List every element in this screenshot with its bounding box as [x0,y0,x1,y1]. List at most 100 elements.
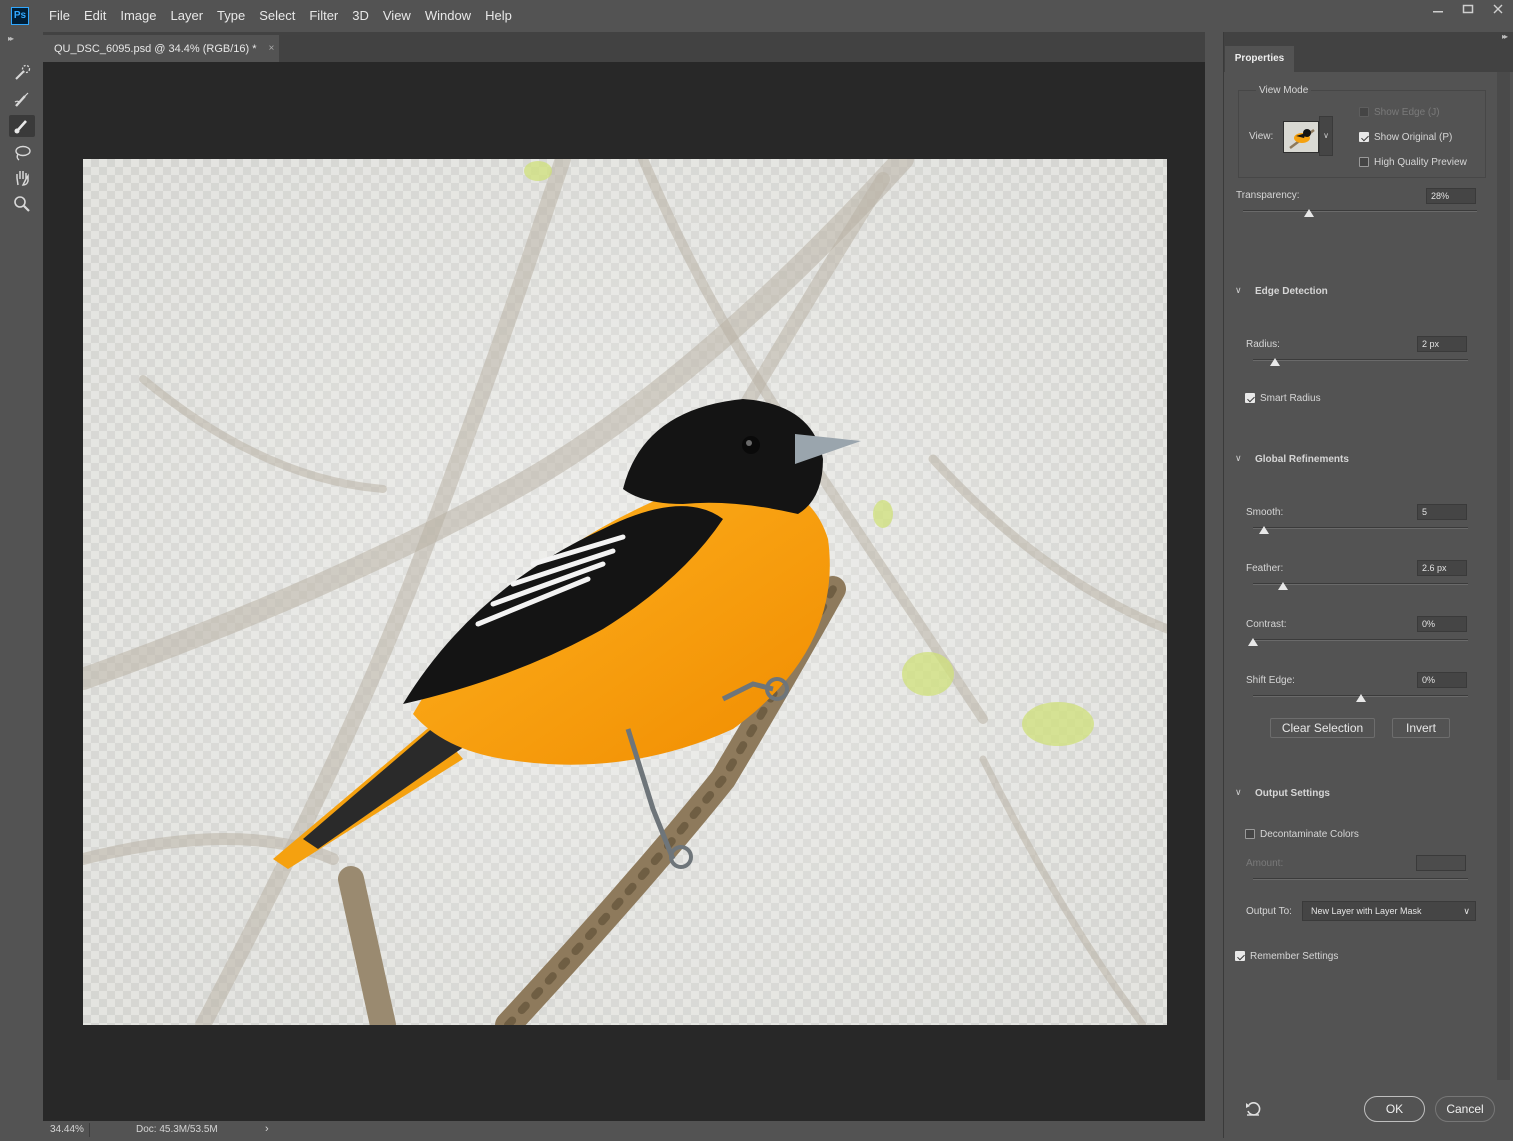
output-settings-chevron-icon[interactable]: ∨ [1235,787,1242,798]
menu-layer[interactable]: Layer [171,0,204,32]
clear-selection-button[interactable]: Clear Selection [1270,718,1375,738]
transparency-slider-thumb[interactable] [1303,209,1314,217]
menu-type[interactable]: Type [217,0,245,32]
radius-input[interactable]: 2 px [1417,336,1467,352]
transparency-label: Transparency: [1236,190,1300,201]
document-image[interactable] [83,159,1167,1025]
contrast-input[interactable]: 0% [1417,616,1467,632]
shift-edge-input[interactable]: 0% [1417,672,1467,688]
decontaminate-colors-label: Decontaminate Colors [1260,829,1359,840]
status-divider [89,1123,90,1137]
view-mode-dropdown[interactable]: ∨ [1319,116,1333,156]
decontaminate-colors-checkbox[interactable] [1245,829,1255,839]
view-mode-title: View Mode [1256,85,1312,96]
menu-select[interactable]: Select [259,0,295,32]
remember-settings-label: Remember Settings [1250,951,1339,962]
output-to-label: Output To: [1246,906,1292,917]
refine-edge-brush-icon[interactable] [9,89,35,111]
menu-view[interactable]: View [383,0,411,32]
bird-photo-illustration [83,159,1167,1025]
panel-header: ▸▸ [1224,32,1513,42]
bird-thumbnail-icon [1284,122,1318,152]
contrast-slider-track[interactable] [1253,639,1468,641]
zoom-level[interactable]: 34.44% [50,1124,84,1135]
photoshop-logo: Ps [11,7,29,25]
shift-edge-slider-thumb[interactable] [1355,694,1366,702]
edge-detection-chevron-icon[interactable]: ∨ [1235,285,1242,296]
window-controls [1423,0,1513,24]
radius-slider-thumb[interactable] [1269,358,1280,366]
output-to-value: New Layer with Layer Mask [1311,906,1422,916]
menu-window[interactable]: Window [425,0,471,32]
lasso-icon[interactable] [9,142,35,164]
document-size: Doc: 45.3M/53.5M [136,1124,218,1135]
menu-bar: Ps File Edit Image Layer Type Select Fil… [0,0,1513,32]
menu-image[interactable]: Image [120,0,156,32]
properties-panel: ▸▸ Properties View Mode View: Show Edge … [1223,32,1513,1138]
amount-label: Amount: [1246,858,1284,869]
panel-scrollbar[interactable] [1497,72,1510,1080]
smooth-slider-track[interactable] [1253,527,1468,529]
feather-label: Feather: [1246,563,1284,574]
menu-file[interactable]: File [49,0,70,32]
panel-tab-bar: Properties [1224,42,1513,72]
close-tab-icon[interactable]: × [269,43,275,54]
transparency-input[interactable]: 28% [1426,188,1476,204]
contrast-slider-thumb[interactable] [1248,638,1258,646]
output-settings-title[interactable]: Output Settings [1255,788,1330,799]
document-tab-bar: QU_DSC_6095.psd @ 34.4% (RGB/16) * × [43,32,1205,62]
chevron-down-icon: ∨ [1463,906,1470,916]
ok-button[interactable]: OK [1364,1096,1425,1122]
radius-slider-track[interactable] [1253,359,1468,361]
global-refinements-chevron-icon[interactable]: ∨ [1235,453,1242,464]
collapse-icon[interactable]: ▸▸ [8,34,14,43]
high-quality-preview-checkbox[interactable] [1359,157,1369,167]
show-edge-label: Show Edge (J) [1374,107,1440,118]
restore-icon[interactable] [1453,0,1483,24]
smooth-label: Smooth: [1246,507,1284,518]
minimize-icon[interactable] [1423,0,1453,24]
feather-input[interactable]: 2.6 px [1417,560,1467,576]
canvas-area[interactable] [43,62,1205,1121]
show-edge-checkbox[interactable] [1359,107,1369,117]
radius-label: Radius: [1246,339,1280,350]
menu-filter[interactable]: Filter [309,0,338,32]
show-original-label: Show Original (P) [1374,132,1453,143]
output-to-select[interactable]: New Layer with Layer Mask ∨ [1302,901,1476,921]
tab-properties[interactable]: Properties [1225,46,1294,72]
menu-3d[interactable]: 3D [352,0,369,32]
menu-help[interactable]: Help [485,0,512,32]
reset-icon[interactable] [1244,1100,1262,1123]
show-original-checkbox[interactable] [1359,132,1369,142]
brush-icon[interactable] [9,115,35,137]
menu-items: File Edit Image Layer Type Select Filter… [49,0,526,32]
contrast-label: Contrast: [1246,619,1287,630]
transparency-slider-track[interactable] [1243,210,1477,212]
document-title: QU_DSC_6095.psd @ 34.4% (RGB/16) * [54,42,257,55]
smooth-slider-thumb[interactable] [1258,526,1269,534]
view-label: View: [1249,131,1274,142]
global-refinements-title[interactable]: Global Refinements [1255,454,1349,465]
hand-icon[interactable] [9,167,35,189]
zoom-icon[interactable] [9,193,35,215]
amount-input [1416,855,1466,871]
cancel-button[interactable]: Cancel [1435,1096,1495,1122]
edge-detection-title[interactable]: Edge Detection [1255,286,1328,297]
view-mode-thumbnail[interactable] [1283,121,1319,153]
remember-settings-checkbox[interactable] [1235,951,1245,961]
close-icon[interactable] [1483,0,1513,24]
menu-edit[interactable]: Edit [84,0,106,32]
chevron-down-icon: ∨ [1323,131,1329,140]
panel-dock-strip [1205,32,1223,1138]
collapse-panel-icon[interactable]: ▸▸ [1502,32,1508,41]
smart-radius-label: Smart Radius [1260,393,1321,404]
invert-button[interactable]: Invert [1392,718,1450,738]
feather-slider-thumb[interactable] [1278,582,1289,590]
document-tab[interactable]: QU_DSC_6095.psd @ 34.4% (RGB/16) * × [43,35,279,62]
status-bar: 34.44% Doc: 45.3M/53.5M › [43,1121,1205,1139]
status-menu-arrow-icon[interactable]: › [265,1123,269,1135]
smart-radius-checkbox[interactable] [1245,393,1255,403]
quick-selection-icon[interactable] [9,62,35,84]
smooth-input[interactable]: 5 [1417,504,1467,520]
amount-slider-track [1253,878,1468,880]
